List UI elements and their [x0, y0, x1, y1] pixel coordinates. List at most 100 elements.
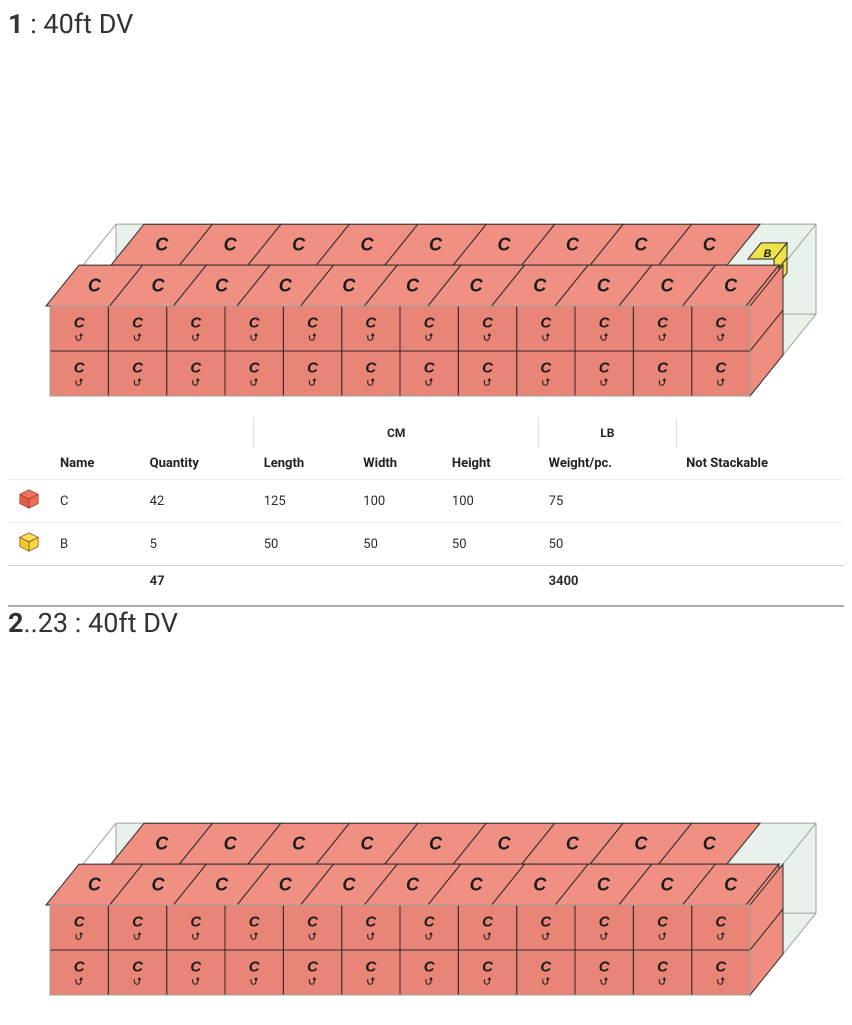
svg-text:⮍: ⮍ — [658, 932, 666, 943]
svg-text:C: C — [497, 235, 511, 255]
cell-name: C — [50, 480, 140, 523]
svg-text:⮍: ⮍ — [367, 378, 375, 389]
cell-quantity: 42 — [140, 480, 254, 523]
svg-text:⮍: ⮍ — [658, 977, 666, 988]
svg-text:C: C — [566, 235, 580, 255]
svg-text:C: C — [703, 235, 717, 255]
svg-text:C: C — [715, 914, 727, 931]
svg-text:C: C — [470, 875, 484, 895]
svg-text:C: C — [724, 875, 738, 895]
svg-text:C: C — [715, 959, 727, 976]
svg-text:C: C — [249, 959, 261, 976]
svg-text:⮍: ⮍ — [717, 333, 725, 344]
svg-text:C: C — [482, 959, 494, 976]
svg-text:C: C — [657, 315, 669, 332]
svg-text:C: C — [307, 914, 319, 931]
svg-text:⮍: ⮍ — [367, 977, 375, 988]
svg-text:⮍: ⮍ — [542, 977, 550, 988]
svg-text:⮍: ⮍ — [75, 932, 83, 943]
svg-text:⮍: ⮍ — [717, 977, 725, 988]
svg-text:⮍: ⮍ — [600, 378, 608, 389]
title-index: 2 — [8, 607, 24, 639]
svg-text:C: C — [365, 315, 377, 332]
svg-text:C: C — [429, 235, 443, 255]
svg-text:⮍: ⮍ — [425, 378, 433, 389]
svg-text:⮍: ⮍ — [542, 378, 550, 389]
svg-text:C: C — [482, 914, 494, 931]
svg-text:B: B — [764, 248, 772, 260]
svg-text:C: C — [292, 235, 306, 255]
container-title: 1 : 40ft DV — [8, 8, 844, 40]
svg-text:C: C — [540, 315, 552, 332]
svg-text:⮍: ⮍ — [367, 932, 375, 943]
svg-text:⮍: ⮍ — [717, 932, 725, 943]
box-red-icon — [18, 488, 40, 510]
svg-text:C: C — [657, 959, 669, 976]
svg-text:C: C — [724, 276, 738, 296]
svg-text:C: C — [406, 875, 420, 895]
svg-text:C: C — [599, 959, 611, 976]
svg-text:⮍: ⮍ — [192, 378, 200, 389]
svg-text:C: C — [365, 360, 377, 377]
cell-quantity: 5 — [140, 523, 254, 566]
box-yellow-icon — [18, 531, 40, 553]
col-quantity: Quantity — [140, 448, 254, 480]
svg-text:⮍: ⮍ — [483, 333, 491, 344]
cell-height: 100 — [442, 480, 539, 523]
svg-text:C: C — [132, 315, 144, 332]
total-weight: 3400 — [539, 566, 676, 598]
svg-text:⮍: ⮍ — [75, 378, 83, 389]
svg-text:C: C — [424, 360, 436, 377]
svg-text:C: C — [155, 235, 169, 255]
svg-text:C: C — [540, 914, 552, 931]
svg-text:C: C — [132, 360, 144, 377]
svg-text:C: C — [661, 875, 675, 895]
col-width: Width — [353, 448, 442, 480]
svg-text:⮍: ⮍ — [425, 932, 433, 943]
container-visualization: CCCCCCCCCCCCCCCCCCCCC⮍C⮍C⮍C⮍C⮍C⮍C⮍C⮍C⮍C⮍… — [8, 647, 844, 1007]
svg-text:C: C — [424, 914, 436, 931]
svg-text:⮍: ⮍ — [308, 932, 316, 943]
svg-text:C: C — [482, 315, 494, 332]
svg-text:⮍: ⮍ — [192, 333, 200, 344]
svg-text:C: C — [151, 276, 165, 296]
svg-text:⮍: ⮍ — [425, 333, 433, 344]
svg-text:C: C — [703, 834, 717, 854]
cell-length: 50 — [254, 523, 354, 566]
col-length: Length — [254, 448, 354, 480]
svg-text:C: C — [249, 914, 261, 931]
svg-text:⮍: ⮍ — [717, 378, 725, 389]
svg-text:⮍: ⮍ — [75, 333, 83, 344]
svg-text:C: C — [279, 875, 293, 895]
container-visualization: CCCCCCCCCBBCCCCCCCCCCCC⮍C⮍C⮍C⮍C⮍C⮍C⮍C⮍C⮍… — [8, 48, 844, 408]
title-type: : 40ft DV — [24, 8, 134, 40]
svg-text:⮍: ⮍ — [250, 932, 258, 943]
col-weight: Weight/pc. — [539, 448, 676, 480]
svg-text:C: C — [224, 834, 238, 854]
cell-weight: 50 — [539, 523, 676, 566]
svg-text:⮍: ⮍ — [192, 977, 200, 988]
svg-text:⮍: ⮍ — [425, 977, 433, 988]
cell-not-stackable — [676, 480, 844, 523]
svg-text:C: C — [429, 834, 443, 854]
svg-text:C: C — [599, 914, 611, 931]
svg-text:C: C — [470, 276, 484, 296]
svg-text:C: C — [715, 315, 727, 332]
cell-length: 125 — [254, 480, 354, 523]
svg-text:⮍: ⮍ — [483, 932, 491, 943]
svg-text:C: C — [540, 959, 552, 976]
svg-text:C: C — [361, 834, 375, 854]
table-row: B 5 50 50 50 50 — [8, 523, 844, 566]
svg-text:⮍: ⮍ — [75, 977, 83, 988]
svg-text:C: C — [657, 914, 669, 931]
svg-text:C: C — [155, 834, 169, 854]
svg-text:⮍: ⮍ — [658, 333, 666, 344]
svg-text:⮍: ⮍ — [250, 378, 258, 389]
svg-text:C: C — [249, 315, 261, 332]
svg-text:C: C — [533, 875, 547, 895]
svg-text:C: C — [599, 360, 611, 377]
svg-text:⮍: ⮍ — [600, 333, 608, 344]
svg-text:C: C — [190, 360, 202, 377]
col-group-cm: CM — [254, 418, 539, 448]
svg-text:C: C — [634, 235, 648, 255]
